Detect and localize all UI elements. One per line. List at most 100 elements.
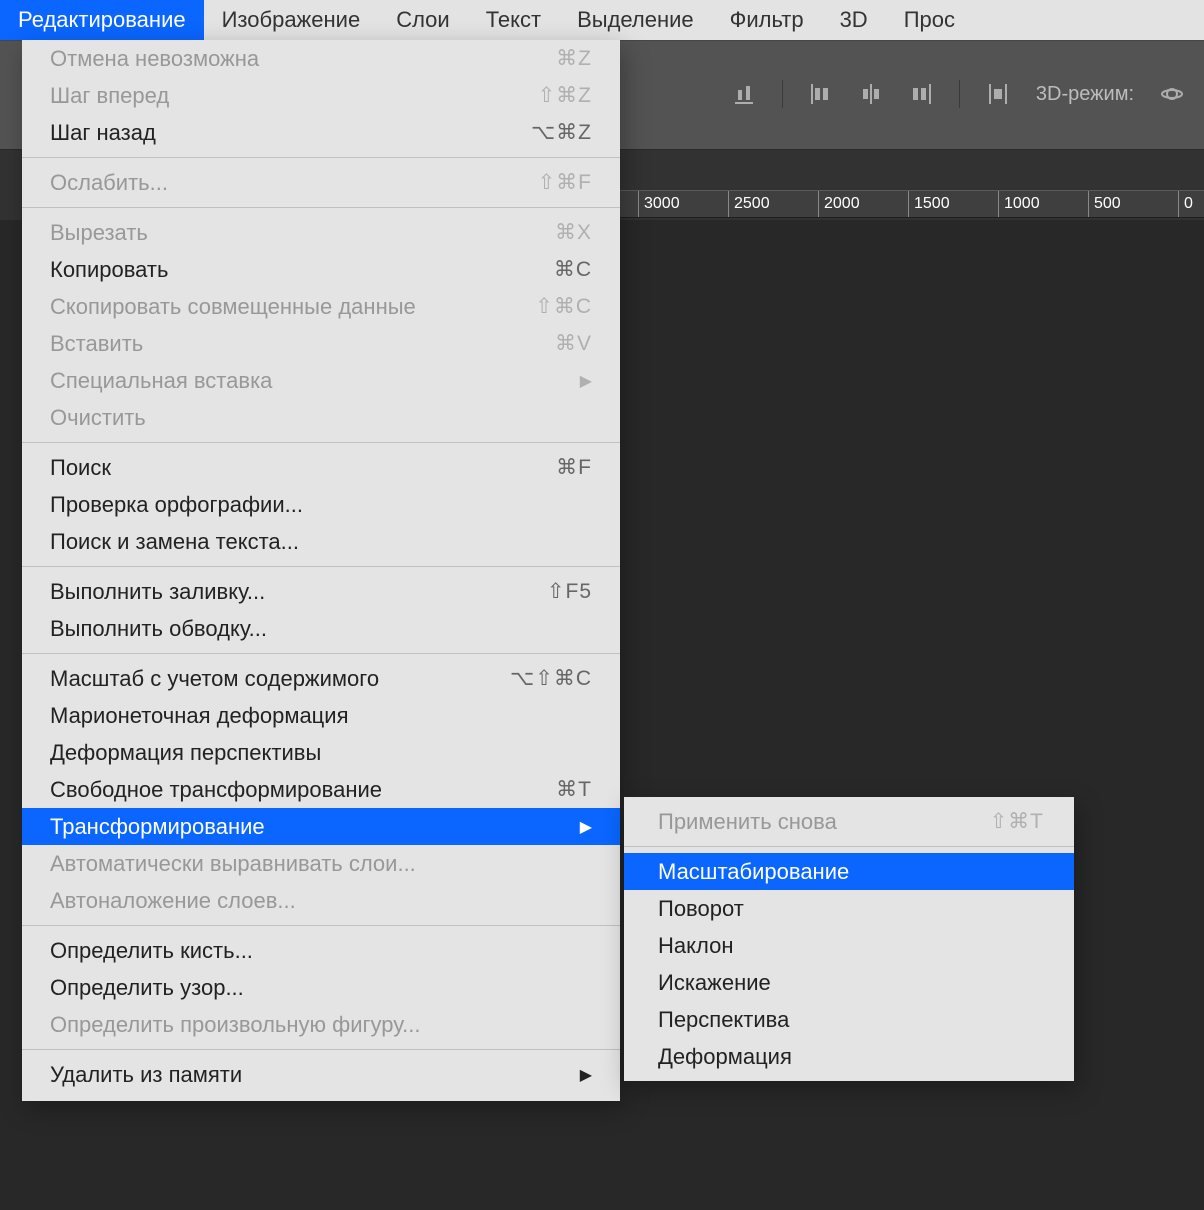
edit-menu-item[interactable]: Свободное трансформирование ⌘T	[22, 771, 620, 808]
submenu-arrow-icon: ▶	[580, 1065, 592, 1085]
menu-separator	[22, 566, 620, 567]
menu-item-label: Удалить из памяти	[50, 1062, 242, 1088]
menu-item-label: Масштабирование	[658, 859, 849, 885]
transform-menu-item[interactable]: Масштабирование	[624, 853, 1074, 890]
edit-menu-item[interactable]: Копировать ⌘C	[22, 251, 620, 288]
edit-menu-item: Определить произвольную фигуру...	[22, 1006, 620, 1043]
menu-item-label: Свободное трансформирование	[50, 777, 382, 803]
menu-3d[interactable]: 3D	[822, 0, 886, 40]
menu-layers[interactable]: Слои	[378, 0, 468, 40]
menu-separator	[22, 157, 620, 158]
menu-item-label: Наклон	[658, 933, 733, 959]
menu-separator	[22, 442, 620, 443]
menu-item-label: Ослабить...	[50, 170, 168, 196]
transform-submenu: Применить снова ⇧⌘T Масштабирование Поворот…	[624, 797, 1074, 1081]
transform-menu-item[interactable]: Искажение	[624, 964, 1074, 1001]
edit-menu-item: Вырезать ⌘X	[22, 214, 620, 251]
menu-item-label: Очистить	[50, 405, 146, 431]
distribute-right-icon[interactable]	[909, 82, 933, 106]
menu-item-label: Вставить	[50, 331, 143, 357]
menu-item-label: Трансформирование	[50, 814, 265, 840]
edit-menu-item[interactable]: Выполнить заливку... ⇧F5	[22, 573, 620, 610]
menu-item-shortcut: ⌘C	[554, 257, 592, 282]
edit-menu-item: Ослабить...⇧⌘F	[22, 164, 620, 201]
menu-item-shortcut: ⌘Z	[556, 46, 592, 71]
edit-menu-item[interactable]: Удалить из памяти ▶	[22, 1056, 620, 1093]
edit-menu-item[interactable]: Деформация перспективы	[22, 734, 620, 771]
distribute-left-icon[interactable]	[809, 82, 833, 106]
separator	[782, 80, 783, 108]
menu-item-label: Определить узор...	[50, 975, 244, 1001]
menu-separator	[624, 846, 1074, 847]
edit-menu-item: Шаг вперед⇧⌘Z	[22, 77, 620, 114]
menu-item-label: Скопировать совмещенные данные	[50, 294, 416, 320]
menu-item-label: Масштаб с учетом содержимого	[50, 666, 379, 692]
align-bottom-icon[interactable]	[732, 82, 756, 106]
menu-item-label: Специальная вставка	[50, 368, 272, 394]
menu-edit[interactable]: Редактирование	[0, 0, 204, 40]
menu-item-shortcut: ⌘T	[556, 777, 592, 802]
menu-select[interactable]: Выделение	[559, 0, 712, 40]
transform-menu-item: Применить снова ⇧⌘T	[624, 803, 1074, 840]
menu-item-shortcut: ⇧⌘C	[535, 294, 592, 319]
menu-filter[interactable]: Фильтр	[712, 0, 822, 40]
edit-menu-item[interactable]: Определить узор...	[22, 969, 620, 1006]
distribute-vertical-spacing-icon[interactable]	[986, 82, 1010, 106]
edit-menu-item[interactable]: Определить кисть...	[22, 932, 620, 969]
menu-item-label: Искажение	[658, 970, 771, 996]
menu-item-shortcut: ⌘V	[555, 331, 592, 356]
horizontal-ruler: 3000 2500 2000 1500 1000 500 0	[620, 190, 1204, 218]
menu-item-label: Определить кисть...	[50, 938, 253, 964]
edit-menu-item: Автоналожение слоев...	[22, 882, 620, 919]
transform-menu-item[interactable]: Наклон	[624, 927, 1074, 964]
edit-menu-item: Скопировать совмещенные данные ⇧⌘C	[22, 288, 620, 325]
menu-item-label: Автоматически выравнивать слои...	[50, 851, 416, 877]
edit-menu-item[interactable]: Выполнить обводку...	[22, 610, 620, 647]
menu-view[interactable]: Прос	[886, 0, 973, 40]
submenu-arrow-icon: ▶	[580, 817, 592, 837]
menu-item-shortcut: ⌘F	[556, 455, 592, 480]
submenu-arrow-icon: ▶	[580, 371, 592, 391]
menu-item-label: Поворот	[658, 896, 744, 922]
edit-menu-item[interactable]: Масштаб с учетом содержимого⌥⇧⌘C	[22, 660, 620, 697]
menu-item-label: Деформация	[658, 1044, 792, 1070]
menu-item-shortcut: ⇧F5	[547, 579, 592, 604]
menubar: Редактирование Изображение Слои Текст Вы…	[0, 0, 1204, 40]
mode-3d-label: 3D-режим:	[1036, 83, 1134, 106]
edit-menu-item[interactable]: Трансформирование ▶	[22, 808, 620, 845]
edit-menu-item[interactable]: Шаг назад ⌥⌘Z	[22, 114, 620, 151]
distribute-hcenter-icon[interactable]	[859, 82, 883, 106]
menu-text[interactable]: Текст	[468, 0, 559, 40]
transform-menu-item[interactable]: Поворот	[624, 890, 1074, 927]
edit-menu-item: Очистить	[22, 399, 620, 436]
menu-item-label: Вырезать	[50, 220, 148, 246]
menu-item-label: Определить произвольную фигуру...	[50, 1012, 420, 1038]
orbit-3d-icon[interactable]	[1160, 82, 1184, 106]
menu-item-label: Выполнить обводку...	[50, 616, 267, 642]
menu-image[interactable]: Изображение	[204, 0, 379, 40]
edit-menu-item: Автоматически выравнивать слои...	[22, 845, 620, 882]
edit-menu-item[interactable]: Проверка орфографии...	[22, 486, 620, 523]
menu-item-shortcut: ⌘X	[555, 220, 592, 245]
transform-menu-item[interactable]: Перспектива	[624, 1001, 1074, 1038]
menu-item-label: Шаг назад	[50, 120, 156, 146]
menu-separator	[22, 207, 620, 208]
menu-item-shortcut: ⇧⌘T	[990, 809, 1044, 834]
separator	[959, 80, 960, 108]
menu-item-label: Проверка орфографии...	[50, 492, 303, 518]
edit-menu-item[interactable]: Марионеточная деформация	[22, 697, 620, 734]
edit-menu-item[interactable]: Поиск⌘F	[22, 449, 620, 486]
edit-menu-item: Специальная вставка ▶	[22, 362, 620, 399]
menu-item-label: Шаг вперед	[50, 83, 169, 109]
edit-menu-item[interactable]: Поиск и замена текста...	[22, 523, 620, 560]
menu-item-shortcut: ⌥⌘Z	[531, 120, 592, 145]
menu-item-label: Выполнить заливку...	[50, 579, 265, 605]
edit-menu-item: Вставить ⌘V	[22, 325, 620, 362]
menu-item-label: Применить снова	[658, 809, 837, 835]
transform-menu-item[interactable]: Деформация	[624, 1038, 1074, 1075]
menu-item-label: Копировать	[50, 257, 168, 283]
menu-separator	[22, 1049, 620, 1050]
menu-separator	[22, 653, 620, 654]
menu-item-label: Поиск и замена текста...	[50, 529, 299, 555]
menu-item-label: Деформация перспективы	[50, 740, 321, 766]
